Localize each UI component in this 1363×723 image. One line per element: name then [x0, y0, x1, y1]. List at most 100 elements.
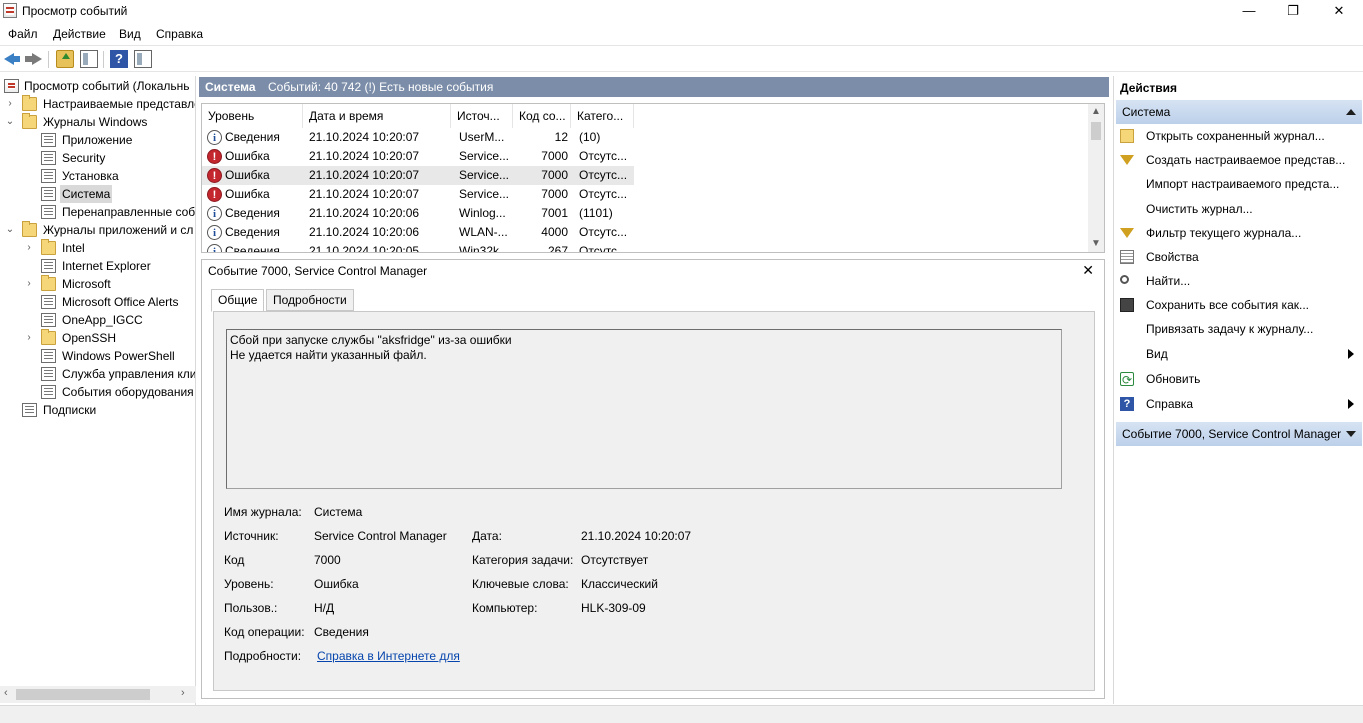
maximize-button[interactable]: ❐ [1270, 0, 1316, 22]
scrollbar-thumb[interactable] [16, 689, 150, 700]
event-row[interactable]: i Сведения 21.10.2024 10:20:05 Win32k 26… [202, 242, 634, 252]
folder-icon [22, 95, 37, 111]
show-hide-tree-icon[interactable] [80, 50, 98, 68]
column-source[interactable]: Источ... [451, 104, 513, 128]
chevron-down-icon[interactable]: ⌄ [4, 113, 16, 131]
collapse-icon[interactable] [1346, 109, 1356, 115]
chevron-right-icon[interactable]: › [23, 239, 35, 257]
log-icon [41, 205, 56, 219]
actions-section-label: Событие 7000, Service Control Manager [1122, 427, 1342, 441]
log-name-label: Имя журнала: [224, 505, 302, 519]
event-list: Уровень Дата и время Источ... Код со... … [201, 103, 1105, 253]
task-category-value: Отсутствует [581, 553, 649, 567]
tab-details[interactable]: Подробности [266, 289, 354, 311]
actions-section-system[interactable]: Система [1116, 100, 1362, 124]
error-icon: ! [207, 168, 222, 183]
keywords-value: Классический [581, 577, 658, 591]
info-icon: i [207, 225, 222, 240]
action-view[interactable]: Вид [1114, 343, 1362, 365]
event-list-header: Уровень Дата и время Источ... Код со... … [202, 104, 1090, 128]
filter-icon [1120, 228, 1134, 238]
event-row[interactable]: ! Ошибка 21.10.2024 10:20:07 Service... … [202, 147, 634, 166]
scrollbar-thumb[interactable] [1091, 122, 1101, 140]
folder-icon [41, 275, 56, 291]
scroll-down-icon[interactable]: ▼ [1091, 238, 1101, 249]
level-value: Ошибка [314, 577, 359, 591]
menu-help[interactable]: Справка [156, 27, 203, 41]
action-attach-task[interactable]: Привязать задачу к журналу... [1114, 318, 1362, 340]
column-category[interactable]: Катего... [571, 104, 634, 128]
help-icon[interactable]: ? [110, 50, 128, 68]
find-icon [1120, 275, 1129, 284]
menu-action[interactable]: Действие [53, 27, 106, 41]
opcode-value: Сведения [314, 625, 369, 639]
event-row[interactable]: i Сведения 21.10.2024 10:20:07 UserM... … [202, 128, 634, 147]
tree-horizontal-scrollbar[interactable]: ‹ › [0, 686, 196, 703]
toolbar-separator [103, 51, 104, 68]
minimize-button[interactable]: — [1226, 0, 1272, 22]
help-icon [1120, 397, 1134, 411]
online-help-link[interactable]: Справка в Интернете для [317, 649, 460, 663]
event-row[interactable]: ! Ошибка 21.10.2024 10:20:07 Service... … [202, 185, 634, 204]
actions-title: Действия [1120, 81, 1178, 95]
source-label: Источник: [224, 529, 279, 543]
log-name-value: Система [314, 505, 363, 519]
scroll-left-icon[interactable]: ‹ [4, 687, 8, 699]
action-find[interactable]: Найти... [1114, 270, 1362, 292]
console-tree: Просмотр событий (Локальнь › Настраиваем… [0, 76, 196, 706]
action-create-custom-view[interactable]: Создать настраиваемое представ... [1114, 149, 1362, 171]
menu-bar: Файл Действие Вид Справка [0, 24, 1363, 44]
open-log-icon [1120, 129, 1134, 143]
scroll-up-icon[interactable]: ▲ [1091, 106, 1101, 117]
actions-section-event[interactable]: Событие 7000, Service Control Manager [1116, 422, 1362, 446]
column-datetime[interactable]: Дата и время [303, 104, 451, 128]
opcode-label: Код операции: [224, 625, 305, 639]
action-clear-log[interactable]: Очистить журнал... [1114, 198, 1362, 220]
back-icon[interactable] [3, 50, 21, 68]
scroll-right-icon[interactable]: › [181, 687, 185, 699]
tab-general[interactable]: Общие [211, 289, 265, 312]
forward-icon[interactable] [24, 50, 42, 68]
show-hide-action-pane-icon[interactable] [134, 50, 152, 68]
column-event-id[interactable]: Код со... [513, 104, 571, 128]
folder-icon [22, 221, 37, 237]
event-message-line: Не удается найти указанный файл. [230, 348, 427, 362]
folder-icon [41, 329, 56, 345]
error-icon: ! [207, 149, 222, 164]
action-filter-current-log[interactable]: Фильтр текущего журнала... [1114, 222, 1362, 244]
chevron-right-icon[interactable]: › [23, 275, 35, 293]
action-open-saved-log[interactable]: Открыть сохраненный журнал... [1114, 125, 1362, 147]
action-help[interactable]: Справка [1114, 393, 1362, 415]
event-row[interactable]: i Сведения 21.10.2024 10:20:06 WLAN-... … [202, 223, 634, 242]
info-icon: i [207, 244, 222, 252]
window-title: Просмотр событий [22, 4, 128, 18]
menu-view[interactable]: Вид [119, 27, 141, 41]
chevron-right-icon[interactable]: › [23, 329, 35, 347]
event-message-line: Сбой при запуске службы "aksfridge" из-з… [230, 333, 512, 347]
event-row[interactable]: i Сведения 21.10.2024 10:20:06 Winlog...… [202, 204, 634, 223]
expand-icon[interactable] [1346, 431, 1356, 437]
event-id-label: Код [224, 553, 245, 567]
event-detail-title: Событие 7000, Service Control Manager [208, 264, 428, 278]
close-button[interactable]: ✕ [1316, 0, 1362, 22]
log-icon [41, 295, 56, 309]
menu-file[interactable]: Файл [8, 27, 38, 41]
action-import-custom-view[interactable]: Импорт настраиваемого предста... [1114, 173, 1362, 195]
info-icon: i [207, 130, 222, 145]
event-row-selected[interactable]: ! Ошибка 21.10.2024 10:20:07 Service... … [202, 166, 634, 185]
column-level[interactable]: Уровень [202, 104, 303, 128]
action-properties[interactable]: Свойства [1114, 246, 1362, 268]
chevron-right-icon[interactable]: › [4, 95, 16, 113]
chevron-down-icon[interactable]: ⌄ [4, 221, 16, 239]
action-refresh[interactable]: Обновить [1114, 368, 1362, 391]
event-message[interactable]: Сбой при запуске службы "aksfridge" из-з… [226, 329, 1062, 489]
actions-pane: Действия Система Открыть сохраненный жур… [1113, 76, 1363, 704]
log-icon [41, 133, 56, 147]
refresh-icon [1120, 369, 1134, 391]
event-list-vertical-scrollbar[interactable]: ▲ ▼ [1088, 104, 1104, 252]
up-folder-icon[interactable] [56, 50, 74, 68]
close-icon[interactable]: ✕ [1082, 262, 1094, 279]
action-save-all-events[interactable]: Сохранить все события как... [1114, 294, 1362, 316]
source-value: Service Control Manager [314, 529, 447, 543]
submenu-arrow-icon [1348, 399, 1354, 409]
